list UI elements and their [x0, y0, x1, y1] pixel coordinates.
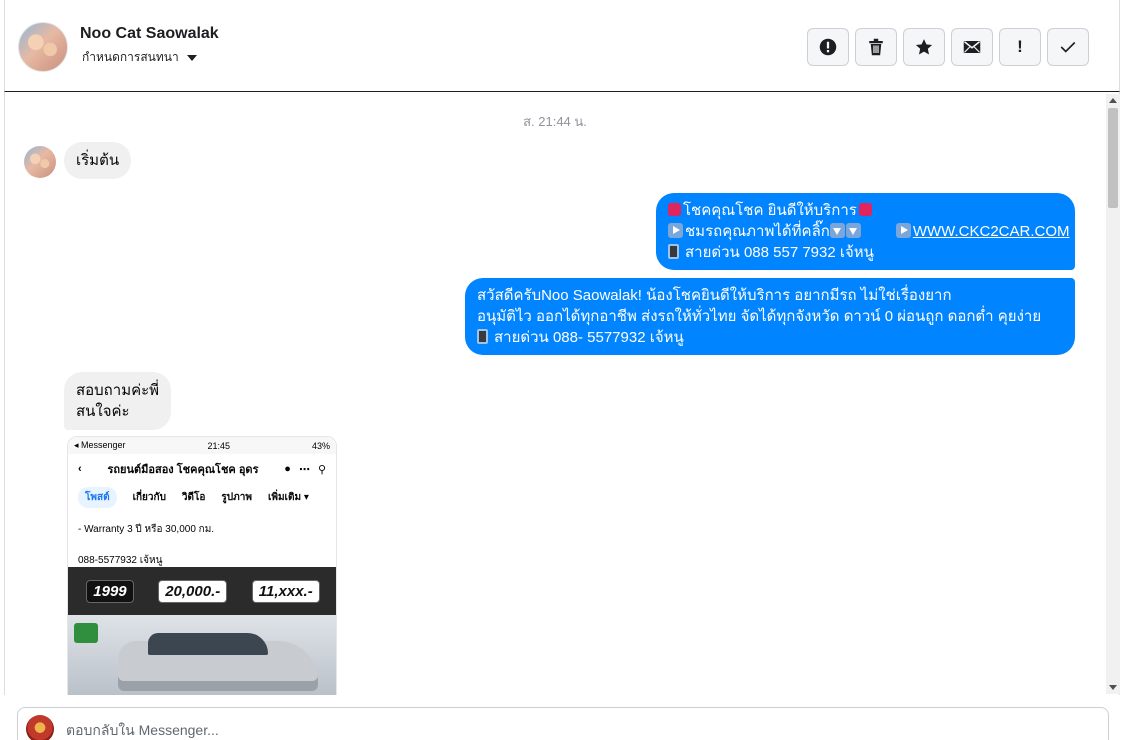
conversation-header: Noo Cat Saowalak กำหนดการสนทนา !: [4, 0, 1120, 92]
incoming-message[interactable]: สอบถามค่ะพี่ สนใจค่ะ: [64, 372, 172, 430]
price-cell: 20,000.-: [158, 579, 228, 603]
message-text: สายด่วน 088 557 7932 เจ้หนู: [685, 244, 874, 261]
message-line: สายด่วน 088 557 7932 เจ้หนู: [668, 242, 1063, 263]
scroll-thumb[interactable]: [1108, 108, 1118, 208]
checkmark-icon: [1060, 41, 1076, 53]
trash-icon: [869, 38, 883, 56]
back-arrow-icon: ‹: [78, 463, 82, 475]
exclamation-icon: !: [1017, 37, 1023, 56]
contact-avatar[interactable]: [18, 22, 68, 72]
star-icon: [915, 39, 933, 55]
message-line: ชมรถคุณภาพได้ที่คลิ๊ก WWW.CKC2CAR.COM: [668, 221, 1070, 242]
down-arrow-emoji-icon: [845, 223, 861, 238]
conversation-settings-label: กำหนดการสนทนา: [82, 50, 179, 64]
page-avatar: [26, 715, 54, 740]
sparkle-emoji-icon: [668, 203, 681, 216]
search-icon: ⚲: [317, 463, 326, 476]
attachment-page-title: รถยนต์มือสอง โชคคุณโชค อุดร: [107, 464, 259, 476]
star-button[interactable]: [903, 28, 945, 66]
message-thread[interactable]: ส. 21:44 น. เริ่มต้น โชคคุณโชค ยินดีให้บ…: [4, 92, 1120, 695]
outgoing-message[interactable]: สวัสดีครับNoo Saowalak! น้องโชคยินดีให้บ…: [465, 278, 1075, 355]
mark-spam-button[interactable]: [807, 28, 849, 66]
mark-unread-button[interactable]: [951, 28, 993, 66]
message-line: สอบถามค่ะพี่: [76, 382, 160, 399]
incoming-message[interactable]: เริ่มต้น: [64, 142, 132, 179]
status-app: ◂ Messenger: [74, 440, 126, 450]
attachment-tab: เพิ่มเติม ▾: [267, 492, 309, 503]
sparkle-emoji-icon: [858, 203, 872, 216]
header-actions: !: [807, 28, 1089, 66]
dealer-logo: [74, 623, 98, 643]
message-text: สายด่วน 088- 5577932 เจ้หนู: [494, 329, 684, 346]
attachment-tab: โพสต์: [78, 487, 117, 508]
scroll-up-arrow-icon[interactable]: [1109, 98, 1117, 103]
image-attachment[interactable]: ◂ Messenger 21:45 43% ‹ รถยนต์มือสอง โชค…: [67, 436, 337, 695]
price-cell: 1999: [86, 579, 134, 603]
message-line: อนุมัติไว ออกได้ทุกอาชีพ ส่งรถให้ทั่วไทย…: [477, 308, 1042, 325]
status-time: 21:45: [207, 440, 231, 451]
down-arrow-emoji-icon: [829, 223, 845, 238]
thread-scrollbar[interactable]: [1106, 94, 1120, 694]
play-emoji-icon: [895, 223, 911, 238]
attachment-tabs: โพสต์ เกี่ยวกับ วิดีโอ รูปภาพ เพิ่มเติม …: [68, 484, 336, 514]
attachment-warranty-text: - Warranty 3 ปี หรือ 30,000 กม.: [78, 524, 215, 535]
mobile-phone-emoji-icon: [477, 329, 488, 344]
contact-name[interactable]: Noo Cat Saowalak: [80, 25, 219, 43]
attachment-tab: รูปภาพ: [221, 492, 252, 503]
attachment-tab: เกี่ยวกับ: [132, 492, 166, 503]
play-emoji-icon: [668, 223, 683, 238]
delete-button[interactable]: [855, 28, 897, 66]
message-text: โชคคุณโชค ยินดีให้บริการ: [683, 202, 857, 219]
messenger-icon: ●: [284, 463, 291, 475]
contact-avatar-small: [24, 146, 56, 178]
attachment-app-bar: ‹ รถยนต์มือสอง โชคคุณโชค อุดร ● ⋯ ⚲: [68, 454, 336, 484]
reply-composer: [17, 707, 1109, 740]
attachment-status-bar: ◂ Messenger 21:45 43%: [68, 437, 336, 454]
message-line: สวัสดีครับNoo Saowalak! น้องโชคยินดีให้บ…: [477, 287, 952, 304]
mark-done-button[interactable]: [1047, 28, 1089, 66]
website-link[interactable]: WWW.CKC2CAR.COM: [913, 223, 1070, 240]
message-line: สนใจค่ะ: [76, 403, 130, 420]
envelope-icon: [963, 41, 981, 53]
attachment-tab: วิดีโอ: [181, 492, 206, 503]
more-icon: ⋯: [298, 463, 310, 476]
attachment-price-banner: 1999 20,000.- 11,xxx.-: [68, 567, 336, 615]
follow-up-button[interactable]: !: [999, 28, 1041, 66]
car-photo: [68, 615, 336, 695]
conversation-settings-dropdown[interactable]: กำหนดการสนทนา: [82, 48, 197, 67]
outgoing-message[interactable]: โชคคุณโชค ยินดีให้บริการ ชมรถคุณภาพได้ที…: [656, 193, 1075, 270]
message-line: สายด่วน 088- 5577932 เจ้หนู: [477, 327, 1063, 348]
message-text: ชมรถคุณภาพได้ที่คลิ๊ก: [685, 223, 830, 240]
status-battery: 43%: [311, 440, 330, 451]
scroll-down-arrow-icon[interactable]: [1109, 685, 1117, 690]
message-timestamp: ส. 21:44 น.: [523, 114, 587, 129]
caret-down-icon: [186, 54, 197, 61]
reply-input[interactable]: [66, 722, 666, 738]
exclamation-circle-icon: [819, 38, 837, 56]
price-cell: 11,xxx.-: [251, 579, 320, 603]
message-line: โชคคุณโชค ยินดีให้บริการ: [668, 200, 1063, 221]
car-window: [148, 633, 268, 655]
mobile-phone-emoji-icon: [668, 244, 679, 259]
